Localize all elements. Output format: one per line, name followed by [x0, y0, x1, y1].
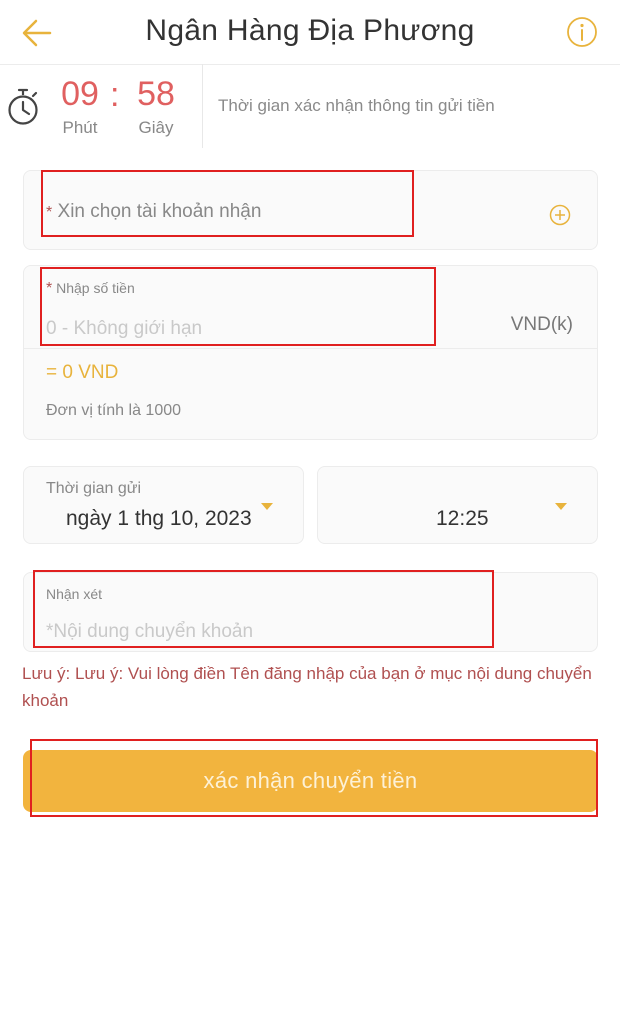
- timer-minutes: 09 Phút: [45, 72, 115, 138]
- warning-note: Lưu ý: Lưu ý: Vui lòng điền Tên đăng nhậ…: [22, 664, 592, 710]
- deposit-time-label: Thời gian gửi: [46, 480, 142, 497]
- required-mark: *: [46, 204, 53, 221]
- caret-down-icon: [261, 503, 273, 510]
- info-icon: [567, 17, 597, 47]
- stopwatch-icon: [8, 88, 38, 125]
- header: Ngân Hàng Địa Phương: [0, 0, 620, 65]
- timer-minutes-value: 09: [61, 75, 99, 113]
- amount-unit-note: Đơn vị tính là 1000: [46, 402, 182, 419]
- caret-down-icon: [555, 503, 567, 510]
- timer-minutes-label: Phút: [62, 118, 98, 137]
- info-button[interactable]: [566, 16, 598, 48]
- timer-description: Thời gian xác nhận thông tin gửi tiền: [218, 96, 495, 115]
- amount-unit: VND(k): [510, 314, 573, 335]
- timer-seconds-value: 58: [137, 75, 175, 113]
- plus-circle-icon[interactable]: [549, 204, 571, 226]
- timer-seconds: 58 Giây: [121, 72, 191, 138]
- date-value: ngày 1 thg 10, 2023: [66, 507, 252, 530]
- timer-separator: :: [110, 76, 120, 114]
- amount-card: * Nhập số tiền VND(k) = 0 VND Đơn vị tín…: [23, 265, 598, 440]
- page-title: Ngân Hàng Địa Phương: [145, 14, 475, 47]
- required-mark: *: [46, 280, 53, 297]
- amount-input[interactable]: [46, 314, 446, 344]
- timer-seconds-label: Giây: [138, 118, 174, 137]
- note-card: Nhận xét: [23, 572, 598, 652]
- account-placeholder: * Xin chọn tài khoản nhận: [46, 201, 261, 223]
- note-input[interactable]: [46, 617, 566, 647]
- time-value: 12:25: [436, 507, 489, 530]
- submit-transfer-button[interactable]: xác nhận chuyển tiền: [23, 750, 598, 812]
- time-picker[interactable]: 12:25: [317, 466, 598, 544]
- amount-converted: = 0 VND: [46, 362, 119, 383]
- date-picker[interactable]: Thời gian gửi ngày 1 thg 10, 2023: [23, 466, 304, 544]
- amount-label-text: Nhập số tiền: [56, 280, 135, 296]
- note-label: Nhận xét: [46, 586, 103, 602]
- countdown-timer: 09 Phút : 58 Giây Thời gian xác nhận thô…: [0, 64, 620, 150]
- account-placeholder-text: Xin chọn tài khoản nhận: [57, 201, 262, 222]
- amount-divider: [24, 348, 597, 349]
- timer-divider: [202, 64, 203, 148]
- amount-label: * Nhập số tiền: [46, 280, 135, 298]
- account-select[interactable]: * Xin chọn tài khoản nhận: [23, 170, 598, 250]
